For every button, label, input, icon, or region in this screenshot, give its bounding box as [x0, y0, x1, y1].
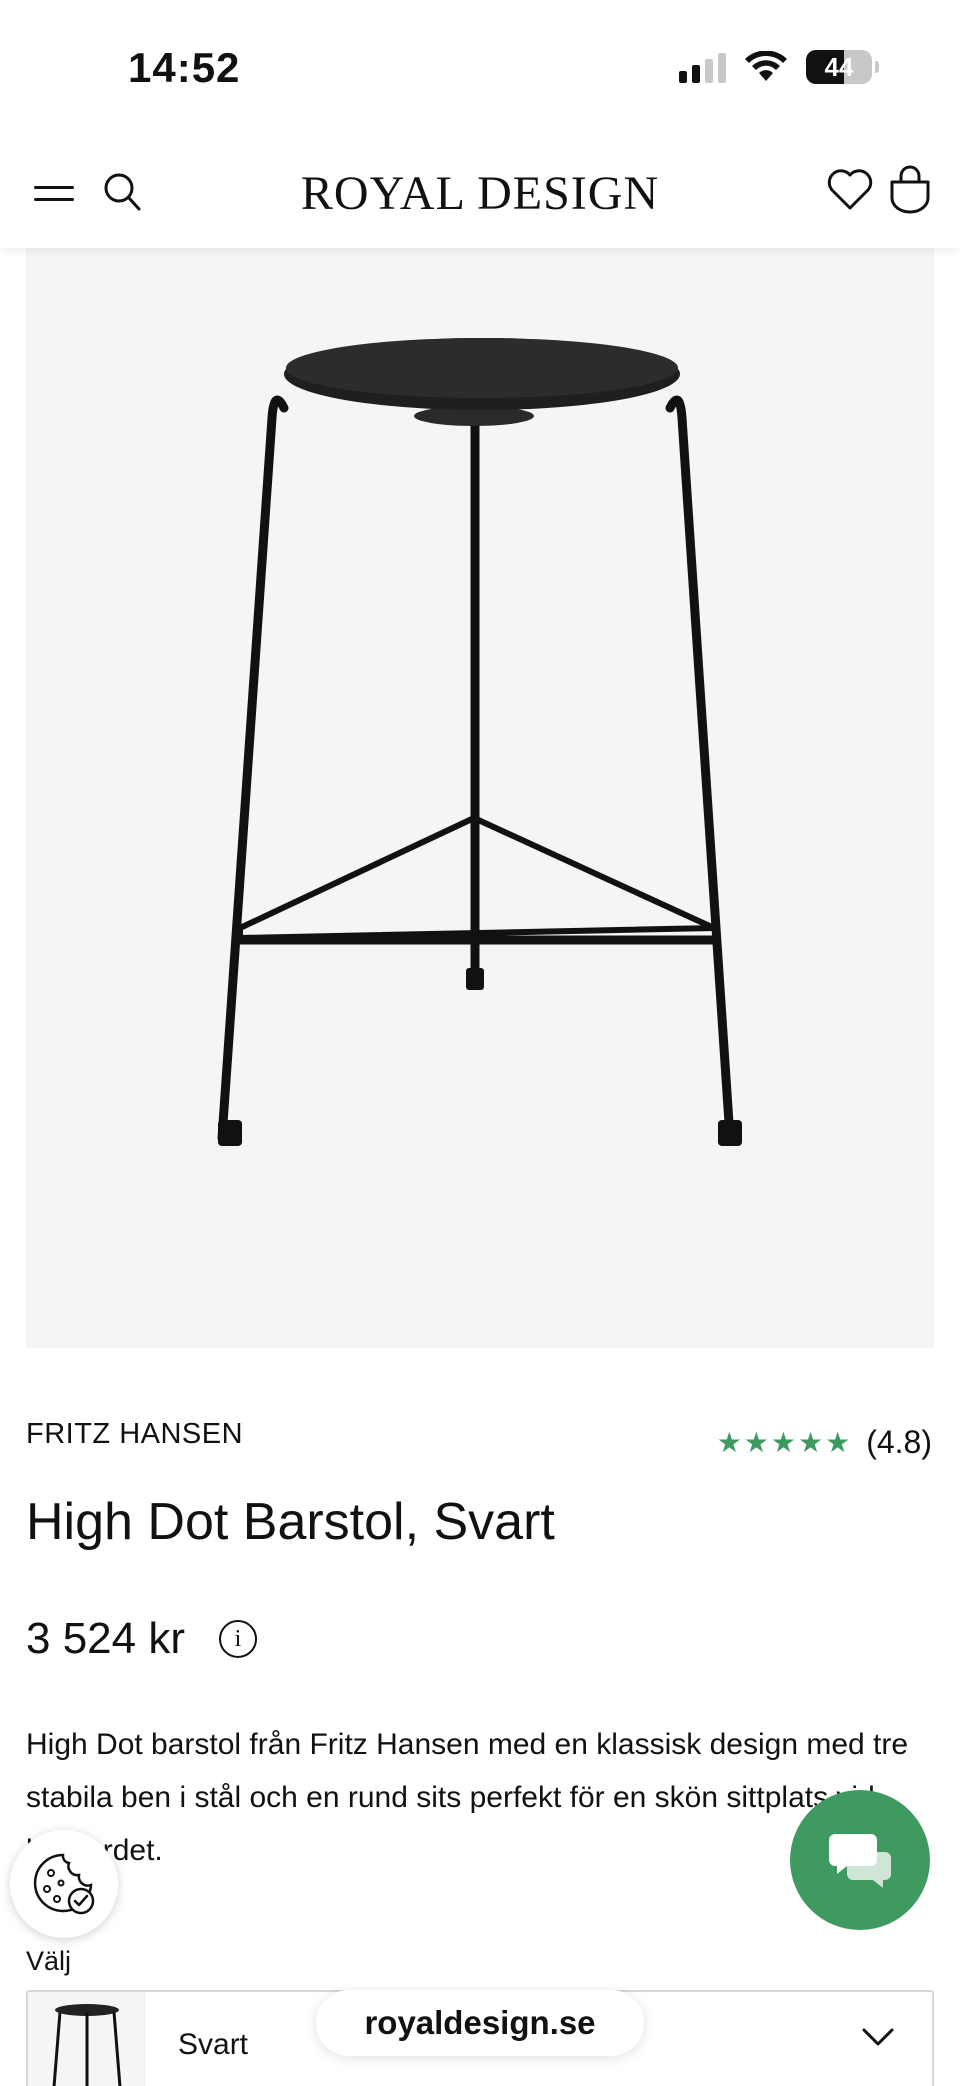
product-title: High Dot Barstol, Svart [26, 1493, 555, 1551]
info-icon[interactable]: i [218, 1620, 257, 1658]
site-header: ROYAL DESIGN [0, 140, 960, 248]
battery-level: 44 [824, 51, 854, 82]
price-row: 3 524 kr i [26, 1614, 257, 1664]
wifi-icon [745, 51, 787, 81]
rating-stars: ★★★★★ [716, 1427, 853, 1458]
browser-url-bar[interactable]: royaldesign.se [316, 1990, 644, 2056]
cookie-settings-button[interactable] [10, 1830, 118, 1938]
status-icons: 44 [679, 50, 879, 84]
bag-icon[interactable] [888, 164, 932, 214]
heart-icon[interactable] [826, 166, 874, 212]
product-image[interactable] [26, 248, 934, 1348]
variant-label: Välj [26, 1946, 72, 1976]
status-time: 14:52 [128, 44, 241, 91]
bar-stool-illustration [217, 338, 742, 1146]
cellular-signal-icon [679, 51, 726, 83]
product-rating[interactable]: ★★★★★ (4.8) [717, 1424, 932, 1461]
chat-button[interactable] [790, 1790, 930, 1930]
variant-selected: Svart [178, 2028, 249, 2061]
chat-icon [829, 1834, 891, 1888]
product-price: 3 524 kr [26, 1614, 185, 1663]
variant-thumbnail [28, 1992, 146, 2086]
battery-icon: 44 [806, 50, 879, 84]
product-brand[interactable]: FRITZ HANSEN [26, 1418, 243, 1451]
cookie-icon [33, 1853, 95, 1915]
chevron-down-icon[interactable] [858, 2022, 898, 2052]
site-logo[interactable]: ROYAL DESIGN [0, 166, 960, 221]
status-bar: 14:52 44 [0, 0, 960, 140]
rating-value: (4.8) [866, 1424, 932, 1460]
